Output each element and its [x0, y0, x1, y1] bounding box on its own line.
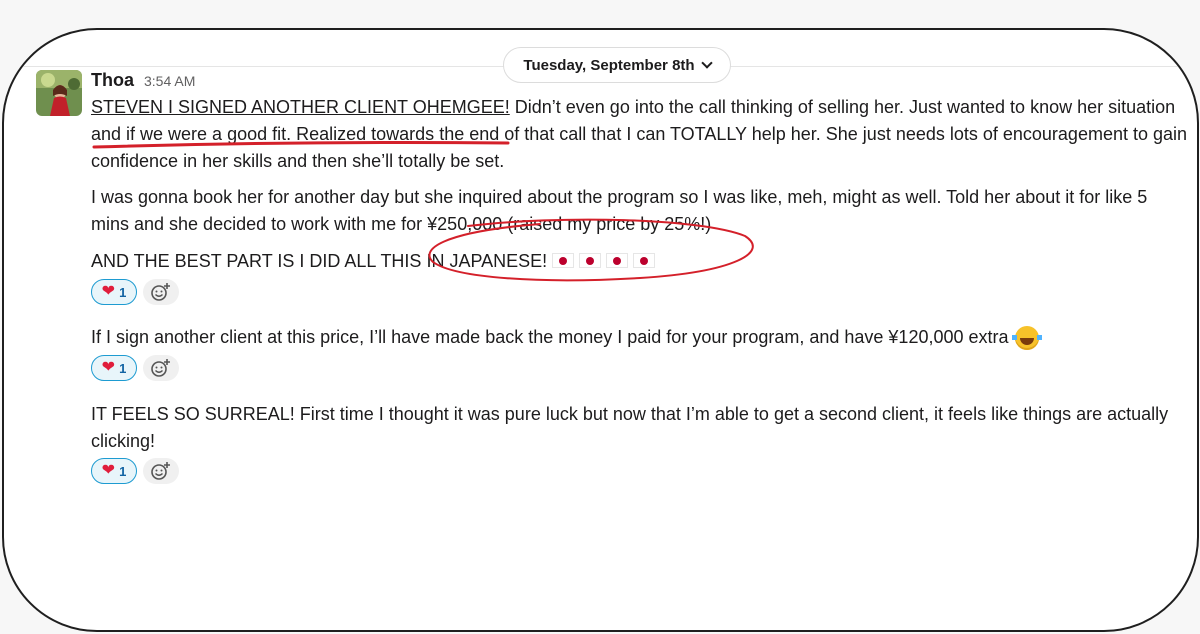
message-timestamp[interactable]: 3:54 AM — [144, 73, 195, 89]
heart-icon: ❤ — [101, 359, 116, 376]
add-reaction-button[interactable] — [143, 458, 179, 484]
tears-of-joy-icon — [1011, 325, 1042, 350]
heart-icon: ❤ — [101, 283, 116, 300]
date-divider-button[interactable]: Tuesday, September 8th — [503, 47, 731, 83]
chevron-down-icon — [700, 57, 713, 69]
reaction-count: 1 — [119, 463, 127, 479]
message-text: If I sign another client at this price, … — [91, 327, 1009, 347]
followup-message-1: If I sign another client at this price, … — [91, 324, 1042, 351]
price-text: ¥250,000 (raised my price by 25%!) — [427, 214, 712, 234]
reaction-bar: ❤ 1 — [91, 279, 179, 305]
reaction-count: 1 — [119, 284, 127, 300]
japan-flag-icon — [633, 253, 656, 268]
message-text: AND THE BEST PART IS I DID ALL THIS IN J… — [91, 251, 548, 271]
heart-reaction-button[interactable]: ❤ 1 — [91, 355, 137, 381]
add-reaction-icon — [151, 359, 170, 377]
reaction-count: 1 — [119, 360, 127, 376]
heart-reaction-button[interactable]: ❤ 1 — [91, 279, 137, 305]
highlighted-text: STEVEN I SIGNED ANOTHER CLIENT OHEMGEE! — [91, 97, 510, 117]
message-header: Thoa 3:54 AM — [91, 70, 195, 91]
add-reaction-icon — [151, 462, 170, 480]
author-name[interactable]: Thoa — [91, 70, 134, 91]
message-paragraph-1: STEVEN I SIGNED ANOTHER CLIENT OHEMGEE! … — [91, 94, 1191, 175]
followup-message-2: IT FEELS SO SURREAL! First time I though… — [91, 401, 1186, 455]
add-reaction-button[interactable] — [143, 279, 179, 305]
date-label: Tuesday, September 8th — [523, 56, 695, 74]
japan-flag-icon — [552, 253, 575, 268]
message-text: IT FEELS SO SURREAL! First time I though… — [91, 404, 1169, 451]
reaction-bar: ❤ 1 — [91, 355, 179, 381]
add-reaction-button[interactable] — [143, 355, 179, 381]
reaction-bar: ❤ 1 — [91, 458, 179, 484]
message-paragraph-3: AND THE BEST PART IS I DID ALL THIS IN J… — [91, 248, 656, 275]
japan-flag-icon — [606, 253, 629, 268]
avatar[interactable] — [36, 70, 82, 116]
heart-reaction-button[interactable]: ❤ 1 — [91, 458, 137, 484]
message-paragraph-2: I was gonna book her for another day but… — [91, 184, 1176, 238]
add-reaction-icon — [151, 283, 170, 301]
heart-icon: ❤ — [101, 462, 116, 479]
japan-flag-icon — [579, 253, 602, 268]
